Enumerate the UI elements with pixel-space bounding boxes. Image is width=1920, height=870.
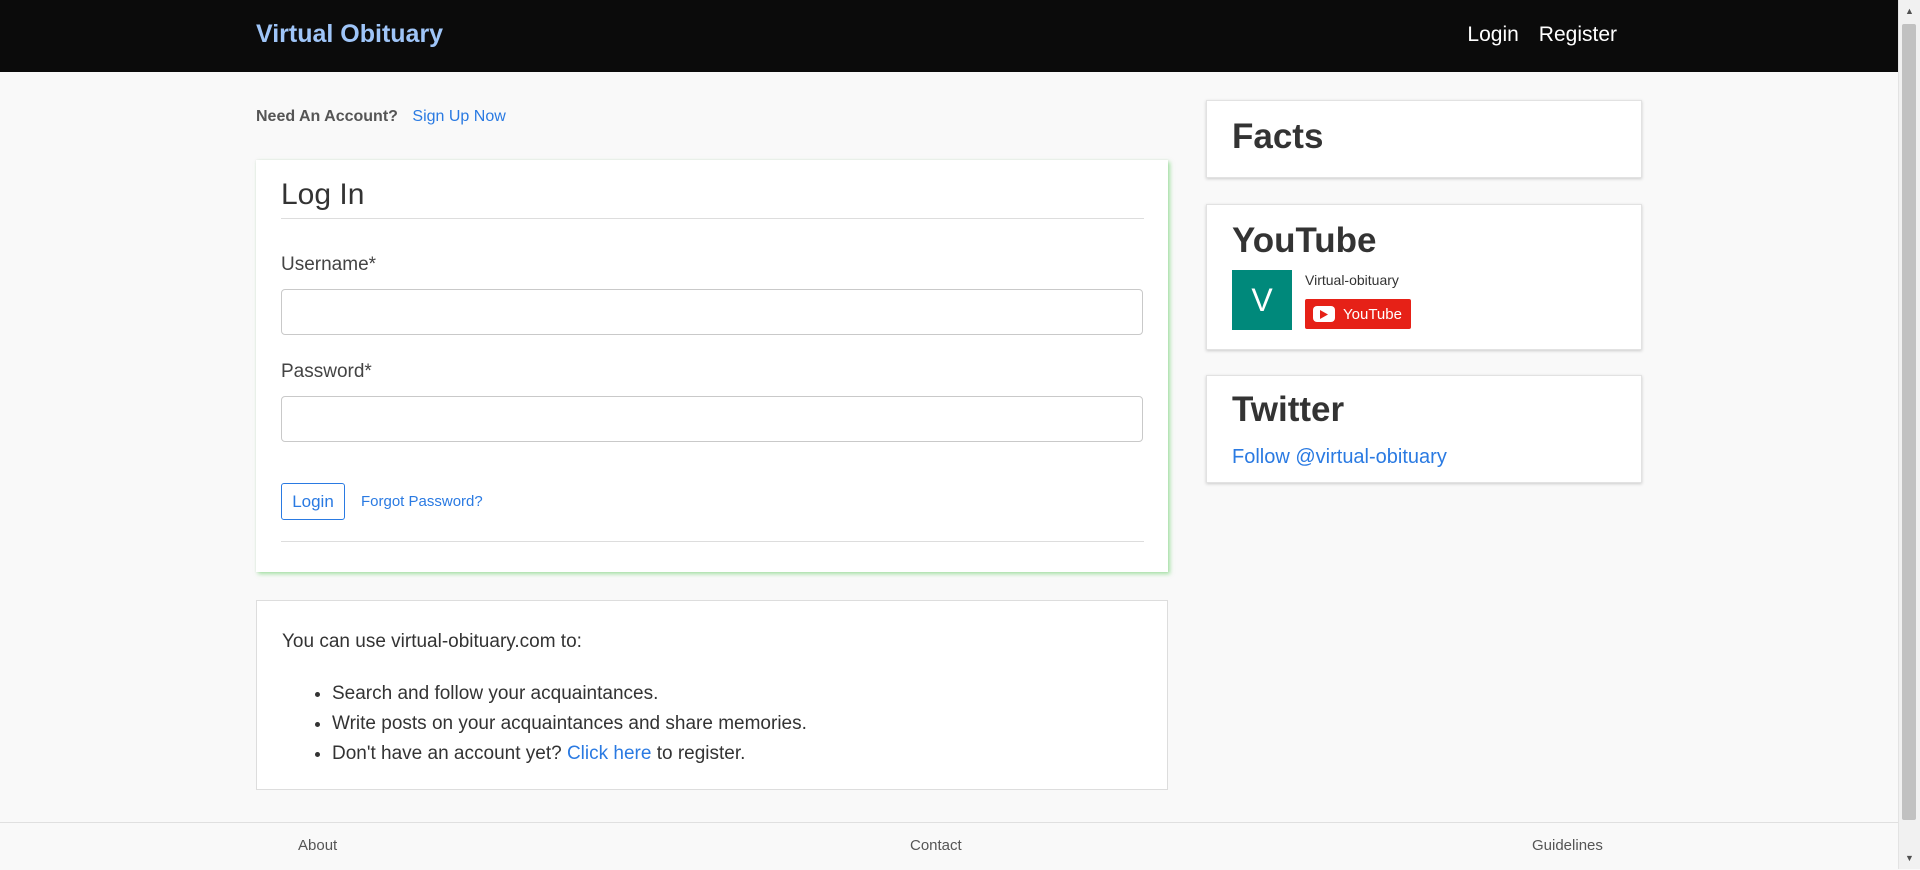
footer-contact-link[interactable]: Contact <box>910 837 962 854</box>
info-list: Search and follow your acquaintances. Wr… <box>282 679 807 769</box>
login-title: Log In <box>281 178 365 211</box>
footer-guidelines-link[interactable]: Guidelines <box>1532 837 1603 854</box>
click-here-link[interactable]: Click here <box>567 743 651 764</box>
info-card: You can use virtual-obituary.com to: Sea… <box>256 600 1168 790</box>
list-item: Don't have an account yet? Click here to… <box>332 739 807 769</box>
youtube-button-label: YouTube <box>1343 305 1402 323</box>
scroll-down-arrow-icon[interactable]: ▼ <box>1899 849 1920 867</box>
register-prefix: Don't have an account yet? <box>332 743 562 764</box>
nav-links: Login Register <box>1467 23 1617 47</box>
twitter-title: Twitter <box>1232 390 1345 429</box>
login-card: Log In Username* Password* Login Forgot … <box>256 160 1168 572</box>
password-input[interactable] <box>281 396 1143 442</box>
twitter-follow-link[interactable]: Follow @virtual-obituary <box>1232 446 1447 469</box>
account-prompt: Need An Account? Sign Up Now <box>256 108 506 126</box>
divider <box>281 218 1144 219</box>
page-scrollbar[interactable]: ▲ ▼ <box>1898 0 1920 869</box>
sign-up-link[interactable]: Sign Up Now <box>412 108 505 125</box>
login-button[interactable]: Login <box>281 483 345 520</box>
forgot-password-link[interactable]: Forgot Password? <box>361 493 483 510</box>
nav-login-link[interactable]: Login <box>1467 23 1518 47</box>
channel-avatar[interactable]: V <box>1232 270 1292 330</box>
scroll-thumb[interactable] <box>1902 24 1916 820</box>
youtube-subscribe-button[interactable]: YouTube <box>1305 299 1411 329</box>
password-label: Password* <box>281 361 372 382</box>
facts-title: Facts <box>1232 117 1324 156</box>
youtube-title: YouTube <box>1232 221 1377 260</box>
brand-link[interactable]: Virtual Obituary <box>256 20 443 49</box>
username-label: Username* <box>281 254 377 275</box>
twitter-card: Twitter Follow @virtual-obituary <box>1206 375 1642 483</box>
footer: About Contact Guidelines <box>0 822 1899 870</box>
account-prompt-label: Need An Account? <box>256 108 398 125</box>
username-input[interactable] <box>281 289 1143 335</box>
list-item: Search and follow your acquaintances. <box>332 679 807 709</box>
youtube-play-icon <box>1313 306 1335 322</box>
info-intro: You can use virtual-obituary.com to: <box>282 631 582 652</box>
scroll-up-arrow-icon[interactable]: ▲ <box>1899 2 1920 20</box>
register-suffix: to register. <box>656 743 746 764</box>
nav-register-link[interactable]: Register <box>1539 23 1617 47</box>
facts-card: Facts <box>1206 100 1642 178</box>
channel-name[interactable]: Virtual-obituary <box>1305 272 1399 288</box>
youtube-card: YouTube V Virtual-obituary YouTube <box>1206 204 1642 350</box>
divider <box>281 541 1144 542</box>
list-item: Write posts on your acquaintances and sh… <box>332 709 807 739</box>
footer-about-link[interactable]: About <box>298 837 337 854</box>
top-navbar: Virtual Obituary Login Register <box>0 0 1899 72</box>
